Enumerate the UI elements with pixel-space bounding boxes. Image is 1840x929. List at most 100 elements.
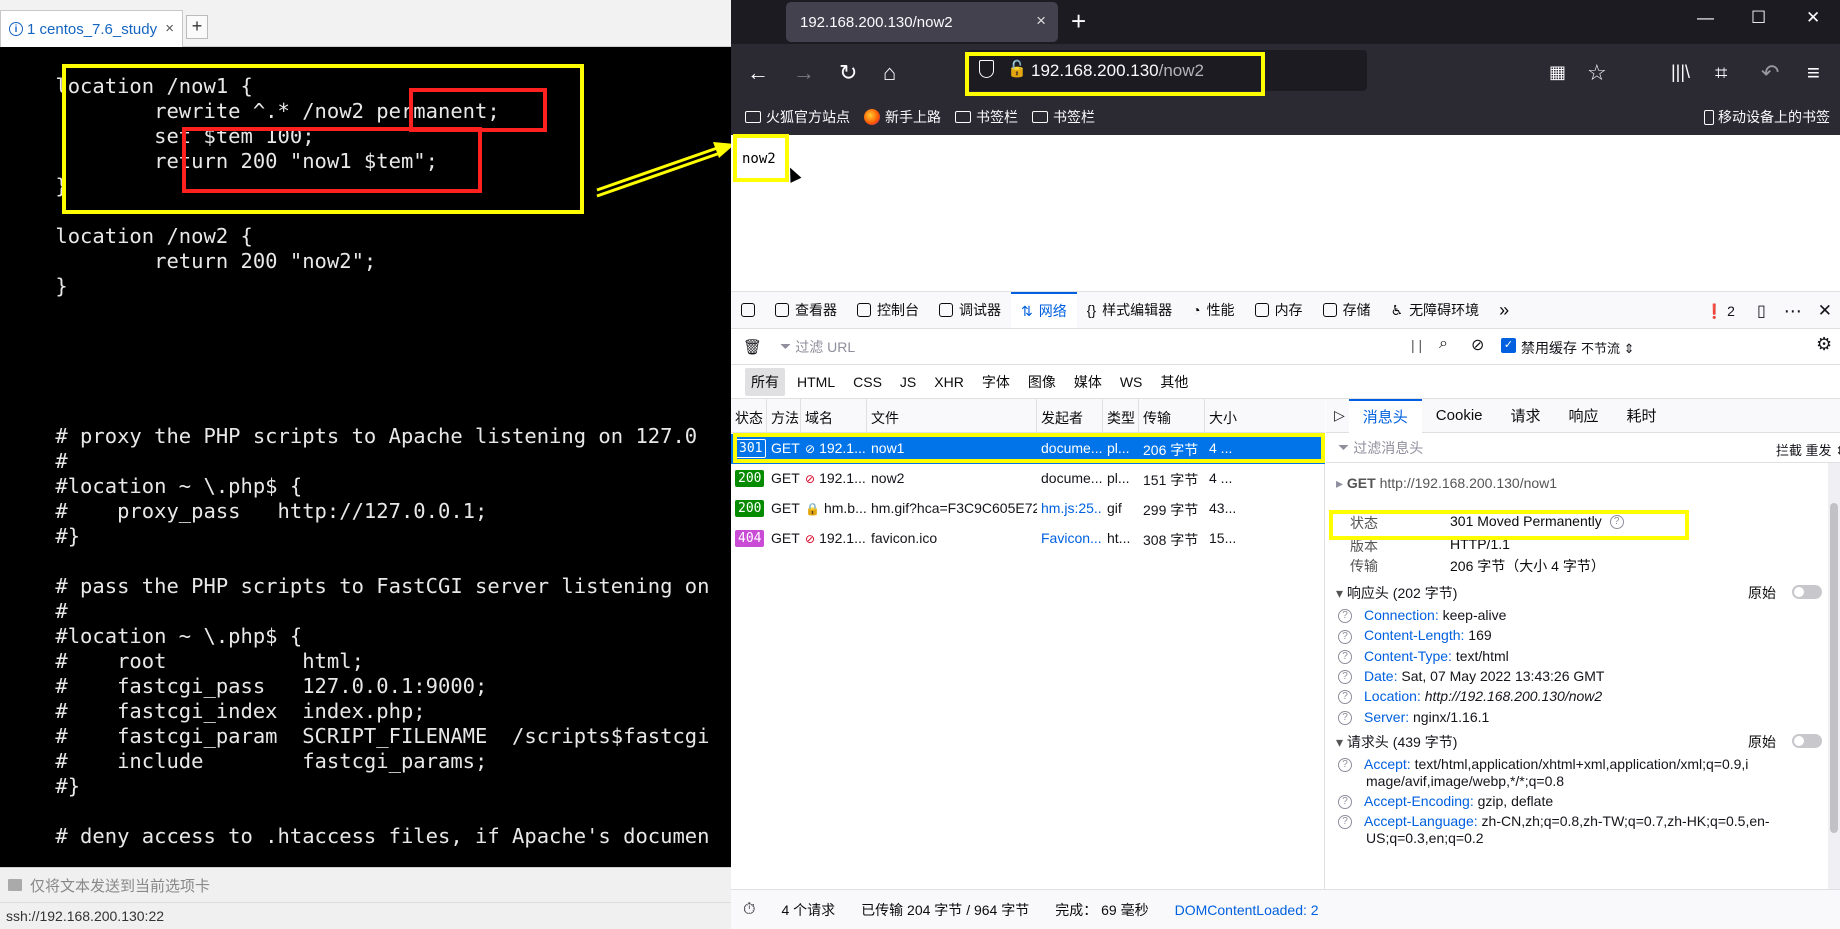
help-icon[interactable]: ? (1338, 670, 1352, 685)
help-icon[interactable]: ? (1338, 710, 1352, 725)
column-header[interactable]: 域名 (805, 408, 833, 428)
side-panel-icon[interactable]: ▷ (1334, 407, 1345, 424)
tab-inspector[interactable]: 查看器 (765, 292, 847, 328)
tab-memory[interactable]: 内存 (1245, 292, 1313, 328)
type-filter-button[interactable]: 媒体 (1068, 368, 1108, 396)
undo-icon[interactable]: ↶ (1761, 60, 1779, 86)
details-tab[interactable]: 耗时 (1613, 399, 1671, 433)
column-divider[interactable] (1102, 399, 1103, 432)
options-icon[interactable]: ⋯ (1784, 301, 1802, 322)
raw-toggle[interactable] (1792, 734, 1822, 748)
type-filter-button[interactable]: WS (1114, 370, 1149, 394)
tab-console[interactable]: 控制台 (847, 292, 929, 328)
trash-icon[interactable]: 🗑 (743, 338, 762, 356)
bookmark-item[interactable]: 火狐官方站点 (745, 107, 850, 127)
maximize-icon[interactable]: ☐ (1751, 8, 1766, 28)
minimize-icon[interactable]: — (1697, 8, 1714, 28)
type-filter-button[interactable]: CSS (847, 370, 888, 394)
table-row[interactable]: 200 GET 🔒hm.b...hm.gif?hca=F3C9C605E723BIh… (731, 494, 1325, 524)
element-picker-icon[interactable] (731, 292, 765, 328)
search-icon[interactable]: ⌕ (1439, 335, 1448, 353)
column-header[interactable]: 传输 (1143, 408, 1171, 428)
column-header[interactable]: 状态 (735, 408, 763, 428)
tab-accessibility[interactable]: ♿ 无障碍环境 (1381, 292, 1490, 328)
menu-icon[interactable]: ≡ (1807, 60, 1820, 86)
close-icon[interactable]: × (1036, 11, 1046, 31)
block-icon[interactable]: ⊘ (1471, 335, 1484, 355)
tab-storage[interactable]: 存储 (1313, 292, 1381, 328)
request-headers-section[interactable]: ▾ 请求头 (439 字节) (1326, 732, 1457, 752)
error-icon[interactable]: ❗ (1706, 303, 1723, 320)
terminal-send-bar[interactable]: 仅将文本发送到当前选项卡 (0, 867, 731, 902)
details-tab[interactable]: 响应 (1555, 399, 1613, 433)
home-icon[interactable]: ⌂ (883, 60, 896, 86)
more-tools-button[interactable]: » (1489, 292, 1519, 328)
type-filter-button[interactable]: JS (894, 370, 922, 394)
block-button[interactable]: 拦截 (1776, 440, 1802, 459)
column-divider[interactable] (1204, 399, 1205, 432)
column-header[interactable]: 发起者 (1041, 408, 1083, 428)
help-icon[interactable]: ? (1338, 795, 1352, 810)
help-icon[interactable]: ? (1338, 629, 1352, 644)
reload-icon[interactable]: ↻ (839, 60, 857, 86)
bookmark-item[interactable]: 新手上路 (864, 107, 941, 127)
help-icon[interactable]: ? (1338, 815, 1352, 830)
devtools-close-icon[interactable]: ✕ (1818, 301, 1832, 321)
tab-performance[interactable]: ◔ 性能 (1182, 292, 1244, 328)
help-icon[interactable]: ? (1338, 649, 1352, 664)
table-row[interactable]: 200 GET ⊘ 192.1... now2 docume... pl... 151 字节 4… (731, 464, 1325, 494)
forward-icon[interactable]: → (793, 60, 815, 86)
column-header[interactable]: 文件 (871, 408, 899, 428)
type-filter-button[interactable]: 字体 (976, 368, 1016, 396)
tab-network[interactable]: ⇅ 网络 (1011, 292, 1077, 328)
details-tab[interactable]: 请求 (1497, 399, 1555, 433)
help-icon[interactable]: ? (1338, 758, 1352, 773)
column-header[interactable]: 方法 (771, 408, 799, 428)
pause-icon[interactable]: | | (1411, 337, 1422, 353)
new-tab-button[interactable]: + (1071, 6, 1086, 37)
settings-gear-icon[interactable]: ⚙ (1816, 334, 1832, 355)
help-icon[interactable]: ? (1338, 609, 1352, 624)
raw-toggle[interactable] (1792, 585, 1822, 599)
bookmark-item[interactable]: 书签栏 (955, 107, 1018, 127)
bookmark-item[interactable]: 书签栏 (1032, 107, 1095, 127)
column-divider[interactable] (766, 399, 767, 432)
qrcode-icon[interactable]: ▦ (1549, 62, 1566, 83)
disable-cache-checkbox[interactable]: ✓ (1501, 338, 1516, 353)
filter-url-input[interactable]: 过滤 URL (795, 337, 855, 357)
bookmark-star-icon[interactable]: ☆ (1587, 60, 1607, 86)
terminal-new-tab-button[interactable]: + (186, 15, 208, 39)
column-header[interactable]: 大小 (1209, 408, 1237, 428)
table-row[interactable]: 404 GET ⊘ 192.1... favicon.ico Favicon... ht..… (731, 524, 1325, 554)
type-filter-button[interactable]: 所有 (745, 367, 785, 396)
column-divider[interactable] (1138, 399, 1139, 432)
browser-tab[interactable]: 192.168.200.130/now2 × (786, 2, 1058, 42)
library-icon[interactable]: |||\ (1671, 62, 1690, 83)
details-scrollbar[interactable] (1828, 463, 1840, 889)
dock-icon[interactable]: ▯ (1757, 301, 1766, 321)
type-filter-button[interactable]: HTML (791, 370, 841, 394)
request-line[interactable]: ▸ GET http://192.168.200.130/now1 (1326, 475, 1557, 492)
tab-debugger[interactable]: 调试器 (929, 292, 1011, 328)
details-filter-input[interactable]: 过滤消息头 (1353, 438, 1423, 458)
column-divider[interactable] (800, 399, 801, 432)
type-filter-button[interactable]: 其他 (1154, 368, 1194, 396)
response-headers-section[interactable]: ▾ 响应头 (202 字节) (1326, 583, 1457, 603)
help-icon[interactable]: ? (1338, 690, 1352, 705)
window-close-icon[interactable]: ✕ (1806, 8, 1820, 28)
column-divider[interactable] (1036, 399, 1037, 432)
tab-style-editor[interactable]: {} 样式编辑器 (1077, 292, 1182, 328)
screenshot-icon[interactable]: ⌗ (1715, 60, 1727, 86)
type-filter-button[interactable]: 图像 (1022, 368, 1062, 396)
resend-button[interactable]: 重发 ⇕ (1805, 440, 1840, 459)
details-tab[interactable]: Cookie (1422, 399, 1497, 433)
column-divider[interactable] (866, 399, 867, 432)
terminal-tab[interactable]: i 1 centos_7.6_study × (0, 10, 183, 47)
back-icon[interactable]: ← (747, 60, 769, 86)
close-icon[interactable]: × (165, 20, 174, 37)
details-tab[interactable]: 消息头 (1348, 399, 1422, 433)
column-header[interactable]: 类型 (1107, 408, 1135, 428)
type-filter-button[interactable]: XHR (928, 370, 970, 394)
mobile-bookmarks[interactable]: 移动设备上的书签 (1704, 107, 1830, 127)
throttle-select[interactable]: 不节流 ⇕ (1581, 338, 1635, 357)
